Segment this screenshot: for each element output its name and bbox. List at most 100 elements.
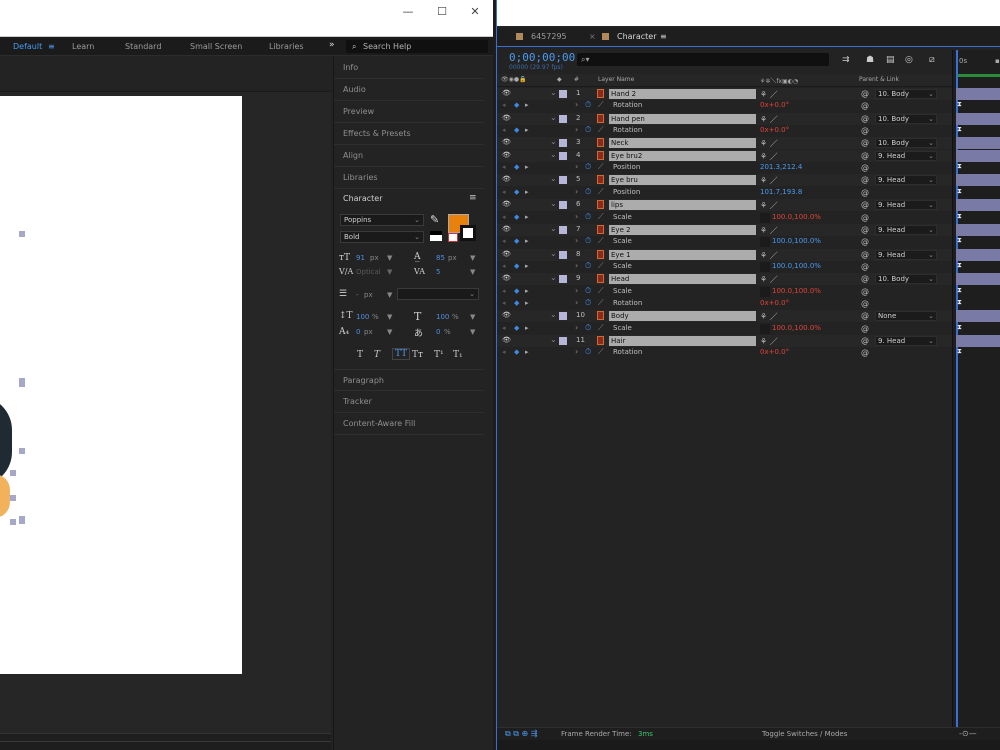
stopwatch-icon[interactable]: ⏱ (585, 212, 591, 222)
font-style-select[interactable]: Bold ⌄ (340, 231, 424, 243)
property-row[interactable]: ◂ ◆ ▸ › ⏱ ⟋ Rotation 0x+0.0° @ (497, 347, 952, 359)
tab-close-icon[interactable]: × (589, 32, 596, 41)
expression-pick-whip-icon[interactable]: @ (861, 163, 869, 172)
workspace-default[interactable]: Default (13, 42, 42, 51)
property-value[interactable]: 0x+0.0° (760, 299, 789, 307)
expression-pick-whip-icon[interactable]: @ (861, 126, 869, 135)
shy-switch-icon[interactable]: ⚘ ／ (760, 175, 778, 186)
maximize-icon[interactable]: ☐ (435, 5, 449, 19)
time-ruler[interactable]: 0s ▪ (953, 50, 1000, 86)
shy-switch-icon[interactable]: ⚘ ／ (760, 311, 778, 322)
pick-whip-icon[interactable]: @ (861, 200, 869, 209)
label-color-swatch[interactable] (559, 151, 567, 160)
twirl-down-icon[interactable]: ⌄ (550, 249, 557, 258)
panel-preview[interactable]: Preview (334, 101, 484, 123)
keyframe-toggle-icon[interactable]: ◆ (514, 188, 519, 196)
keyframe-toggle-icon[interactable]: ◆ (514, 348, 519, 356)
twirl-right-icon[interactable]: › (575, 323, 578, 332)
layer-name[interactable]: Hand pen (609, 113, 756, 124)
graph-icon[interactable]: ⟋ (598, 162, 604, 172)
layer-name[interactable]: Hand 2 (609, 89, 756, 99)
property-row[interactable]: ◂ ◆ ▸ › ⏱ ⟋ Position 101.7,193.8 @ (497, 187, 952, 199)
property-row[interactable]: ◂ ◆ ▸ › ⏱ ⟋ Position 201.3,212.4 @ (497, 162, 952, 174)
twirl-right-icon[interactable]: › (575, 286, 578, 295)
next-keyframe-icon[interactable]: ▸ (525, 126, 529, 134)
prev-keyframe-icon[interactable]: ◂ (502, 287, 506, 295)
layer-row[interactable]: 👁 ⌄ 2 Hand pen ⚘ ／ @10. Body ⌄ (497, 112, 952, 125)
twirl-down-icon[interactable]: ⌄ (550, 174, 557, 183)
tsume-value[interactable]: 0 (436, 328, 440, 336)
next-keyframe-icon[interactable]: ▸ (525, 299, 529, 307)
shy-switch-icon[interactable]: ⚘ ／ (760, 138, 778, 149)
layer-duration-bar[interactable] (956, 310, 1000, 323)
eyedropper-icon[interactable]: ✎ (430, 213, 439, 226)
minimize-icon[interactable]: — (401, 5, 415, 19)
graph-icon[interactable]: ⟋ (598, 261, 604, 271)
pick-whip-icon[interactable]: @ (861, 114, 869, 123)
label-color-swatch[interactable] (559, 176, 567, 185)
keyframe-icon[interactable]: ⧗ (957, 100, 962, 109)
parent-select[interactable]: 9. Head ⌄ (875, 336, 937, 346)
stroke-style-select[interactable]: ⌄ (397, 288, 479, 300)
graph-icon[interactable]: ⟋ (598, 187, 604, 197)
graph-icon[interactable]: ⟋ (598, 298, 604, 308)
constrain-proportions-icon[interactable] (760, 323, 770, 334)
stopwatch-icon[interactable]: ⏱ (585, 162, 591, 172)
label-color-swatch[interactable] (559, 139, 567, 148)
prev-keyframe-icon[interactable]: ◂ (502, 188, 506, 196)
property-value[interactable]: 0x+0.0° (760, 101, 789, 109)
leading-value[interactable]: 85 (436, 254, 445, 262)
expression-pick-whip-icon[interactable]: @ (861, 324, 869, 333)
layer-name[interactable]: Hair (609, 336, 756, 346)
pick-whip-icon[interactable]: @ (861, 274, 869, 283)
transform-handle[interactable] (19, 231, 25, 237)
parent-select[interactable]: 10. Body ⌄ (875, 274, 937, 285)
keyframe-icon[interactable]: ⧗ (957, 162, 962, 171)
next-keyframe-icon[interactable]: ▸ (525, 348, 529, 356)
panel-menu-icon[interactable]: ≡ (469, 193, 477, 203)
label-color-swatch[interactable] (559, 201, 567, 210)
stopwatch-icon[interactable]: ⏱ (585, 100, 591, 110)
superscript-button[interactable]: T¹ (434, 350, 444, 360)
stopwatch-icon[interactable]: ⏱ (585, 347, 591, 357)
layer-duration-bar[interactable] (956, 112, 1000, 125)
expression-pick-whip-icon[interactable]: @ (861, 262, 869, 271)
small-caps-button[interactable]: Tт (412, 350, 423, 360)
constrain-proportions-icon[interactable] (760, 237, 770, 248)
next-keyframe-icon[interactable]: ▸ (525, 262, 529, 270)
twirl-right-icon[interactable]: › (575, 125, 578, 134)
horizontal-scale-value[interactable]: 100 (436, 313, 449, 321)
stroke-color-swatch[interactable] (460, 225, 476, 241)
property-row[interactable]: ◂ ◆ ▸ › ⏱ ⟋ Rotation 0x+0.0° @ (497, 298, 952, 310)
tab-character[interactable]: Character (602, 32, 657, 41)
chevron-down-icon[interactable]: ▼ (387, 328, 392, 336)
workspace-menu-icon[interactable]: ≡ (48, 42, 55, 51)
chevron-down-icon[interactable]: ▼ (470, 268, 475, 276)
graph-icon[interactable]: ⟋ (598, 125, 604, 135)
chevron-down-icon[interactable]: ▼ (387, 313, 392, 321)
panel-align[interactable]: Align (334, 145, 484, 167)
constrain-proportions-icon[interactable] (760, 286, 770, 297)
parent-select[interactable]: 10. Body ⌄ (875, 138, 937, 149)
keyframe-icon[interactable]: ⧗ (957, 212, 962, 221)
property-value[interactable]: 100.0,100.0% (772, 213, 821, 221)
stroke-width-value[interactable]: - (356, 291, 359, 299)
parent-select[interactable]: 10. Body ⌄ (875, 113, 937, 124)
layer-name[interactable]: lips (609, 200, 756, 211)
shy-switch-icon[interactable]: ⚘ ／ (760, 89, 778, 100)
work-area-bar[interactable] (956, 74, 1000, 77)
prev-keyframe-icon[interactable]: ◂ (502, 324, 506, 332)
keyframe-toggle-icon[interactable]: ◆ (514, 237, 519, 245)
layer-duration-bar[interactable] (956, 174, 1000, 187)
shy-switch-icon[interactable]: ⚘ ／ (760, 274, 778, 285)
property-row[interactable]: ◂ ◆ ▸ › ⏱ ⟋ Rotation 0x+0.0° @ (497, 125, 952, 137)
label-color-swatch[interactable] (559, 90, 567, 98)
keyframe-toggle-icon[interactable]: ◆ (514, 287, 519, 295)
shy-layers-icon[interactable]: ▤ (886, 55, 895, 65)
shy-switch-icon[interactable]: ⚘ ／ (760, 250, 778, 261)
label-color-swatch[interactable] (559, 337, 567, 345)
baseline-shift-value[interactable]: 0 (356, 328, 360, 336)
subscript-button[interactable]: T₁ (453, 350, 463, 360)
layer-row[interactable]: 👁 ⌄ 7 Eye 2 ⚘ ／ @9. Head ⌄ (497, 223, 952, 236)
twirl-down-icon[interactable]: ⌄ (550, 88, 557, 97)
